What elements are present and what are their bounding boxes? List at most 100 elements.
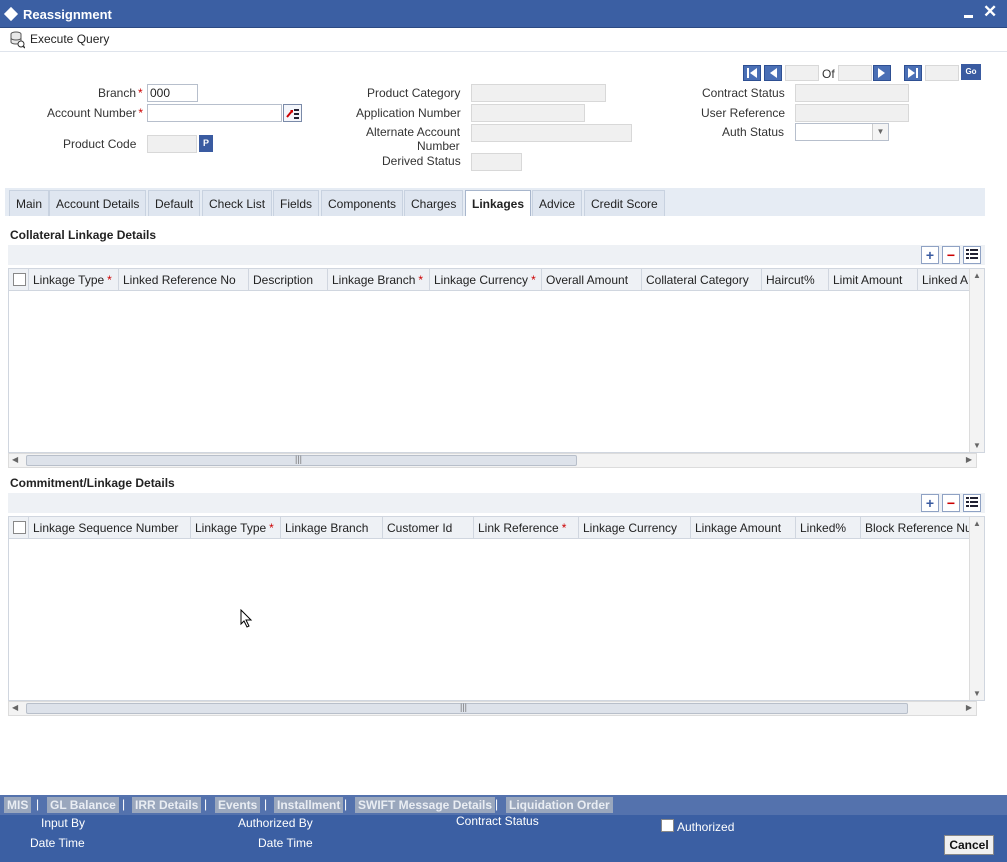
commitment-delete-row-button[interactable]: −: [942, 494, 960, 512]
col-linkage-amount[interactable]: Linkage Amount: [691, 517, 796, 539]
collateral-vertical-scrollbar[interactable]: ▲ ▼: [969, 269, 984, 452]
col-linkage-branch[interactable]: Linkage Branch: [281, 517, 383, 539]
commitment-horizontal-scrollbar[interactable]: ◀ ||| ▶: [8, 701, 977, 716]
col-block-reference-number[interactable]: Block Reference Nu: [861, 517, 971, 539]
col-linkage-currency[interactable]: Linkage Currency: [579, 517, 691, 539]
derived-status-field[interactable]: [471, 153, 522, 171]
next-icon: [878, 68, 885, 78]
alternate-account-field[interactable]: [471, 124, 632, 142]
col-linkage-branch[interactable]: Linkage Branch: [328, 269, 430, 291]
product-code-field[interactable]: [147, 135, 197, 153]
user-reference-field[interactable]: [795, 104, 909, 122]
scroll-up-icon[interactable]: ▲: [973, 519, 981, 528]
mis-link[interactable]: MIS: [4, 797, 32, 813]
chevron-down-icon: ▼: [872, 124, 888, 140]
tab-account-details[interactable]: Account Details: [49, 190, 147, 216]
first-record-button[interactable]: [743, 65, 761, 81]
next-record-button[interactable]: [873, 65, 891, 81]
tab-fields[interactable]: Fields: [273, 190, 320, 216]
execute-query-icon[interactable]: [9, 31, 25, 49]
tab-check-list[interactable]: Check List: [202, 190, 273, 216]
goto-record-field[interactable]: [925, 65, 959, 81]
go-button[interactable]: Go: [961, 64, 981, 80]
auth-status-select[interactable]: ▼: [795, 123, 889, 141]
product-code-button[interactable]: P: [199, 135, 213, 152]
tab-components[interactable]: Components: [321, 190, 404, 216]
branch-label: Branch: [98, 86, 143, 100]
grip-icon: |||: [295, 454, 303, 464]
col-customer-id[interactable]: Customer Id: [383, 517, 474, 539]
commitment-section-title: Commitment/Linkage Details: [10, 476, 175, 490]
col-overall-amount[interactable]: Overall Amount: [542, 269, 642, 291]
user-reference-label: User Reference: [701, 106, 786, 120]
commitment-add-row-button[interactable]: +: [921, 494, 939, 512]
col-linkage-type[interactable]: Linkage Type: [29, 269, 119, 291]
cancel-button[interactable]: Cancel: [944, 835, 994, 855]
col-limit-amount[interactable]: Limit Amount: [829, 269, 918, 291]
tab-main[interactable]: Main: [9, 190, 50, 216]
col-description[interactable]: Description: [249, 269, 328, 291]
last-record-button[interactable]: [904, 65, 922, 81]
scroll-right-icon[interactable]: ▶: [966, 703, 972, 712]
commitment-vertical-scrollbar[interactable]: ▲ ▼: [969, 517, 984, 700]
col-linkage-type[interactable]: Linkage Type: [191, 517, 281, 539]
close-icon[interactable]: ✕: [983, 2, 997, 22]
audit-footer: Input By Date Time Authorized By Date Ti…: [0, 814, 1007, 862]
events-link[interactable]: Events: [215, 797, 261, 813]
col-linkage-currency[interactable]: Linkage Currency: [430, 269, 542, 291]
scroll-up-icon[interactable]: ▲: [973, 271, 981, 280]
previous-record-button[interactable]: [764, 65, 782, 81]
branch-field[interactable]: 000: [147, 84, 198, 102]
tab-advice[interactable]: Advice: [532, 190, 583, 216]
alternate-account-label-line2: Number: [417, 139, 460, 153]
collateral-add-row-button[interactable]: +: [921, 246, 939, 264]
date-time-label-1: Date Time: [30, 836, 85, 850]
commitment-view-button[interactable]: [963, 494, 981, 512]
commitment-select-all-checkbox[interactable]: [13, 521, 26, 534]
total-records-field[interactable]: [838, 65, 872, 81]
collateral-select-all-checkbox[interactable]: [13, 273, 26, 286]
gl-balance-link[interactable]: GL Balance: [47, 797, 119, 813]
tab-credit-score[interactable]: Credit Score: [584, 190, 665, 216]
contract-status-field[interactable]: [795, 84, 909, 102]
tab-linkages[interactable]: Linkages: [465, 190, 532, 216]
scroll-right-icon[interactable]: ▶: [966, 455, 972, 464]
scroll-left-icon[interactable]: ◀: [12, 703, 18, 712]
scroll-left-icon[interactable]: ◀: [12, 455, 18, 464]
commitment-scroll-thumb[interactable]: |||: [26, 702, 908, 714]
list-view-icon: [966, 497, 978, 507]
product-category-field[interactable]: [471, 84, 606, 102]
irr-details-link[interactable]: IRR Details: [132, 797, 202, 813]
product-code-label: Product Code: [63, 137, 137, 151]
scroll-down-icon[interactable]: ▼: [973, 689, 981, 698]
swift-message-details-link[interactable]: SWIFT Message Details: [355, 797, 496, 813]
col-linked-reference-no[interactable]: Linked Reference No: [119, 269, 249, 291]
tab-charges[interactable]: Charges: [404, 190, 464, 216]
minimize-icon[interactable]: [962, 5, 976, 21]
previous-icon: [770, 68, 777, 78]
collateral-horizontal-scrollbar[interactable]: ◀ ||| ▶: [8, 453, 977, 468]
title-bar: Reassignment ✕: [0, 0, 1007, 28]
col-link-reference[interactable]: Link Reference: [474, 517, 579, 539]
col-collateral-category[interactable]: Collateral Category: [642, 269, 762, 291]
authorized-checkbox[interactable]: [661, 819, 674, 832]
col-linked-amount[interactable]: Linked A: [918, 269, 971, 291]
collateral-scroll-thumb[interactable]: |||: [26, 454, 577, 466]
collateral-delete-row-button[interactable]: −: [942, 246, 960, 264]
application-number-field[interactable]: [471, 104, 585, 122]
tab-default[interactable]: Default: [148, 190, 201, 216]
derived-status-label: Derived Status: [382, 154, 461, 168]
scroll-down-icon[interactable]: ▼: [973, 441, 981, 450]
execute-query-button[interactable]: Execute Query: [30, 32, 109, 46]
collateral-grid-toolbar: + −: [8, 245, 985, 265]
application-number-label: Application Number: [356, 106, 461, 120]
installment-link[interactable]: Installment: [274, 797, 344, 813]
current-record-field[interactable]: [785, 65, 819, 81]
collateral-view-button[interactable]: [963, 246, 981, 264]
account-lov-button[interactable]: [283, 104, 302, 122]
liquidation-order-link[interactable]: Liquidation Order: [506, 797, 613, 813]
account-number-field[interactable]: [147, 104, 282, 122]
col-linkage-sequence-number[interactable]: Linkage Sequence Number: [29, 517, 191, 539]
col-linked-percent[interactable]: Linked%: [796, 517, 861, 539]
col-haircut[interactable]: Haircut%: [762, 269, 829, 291]
